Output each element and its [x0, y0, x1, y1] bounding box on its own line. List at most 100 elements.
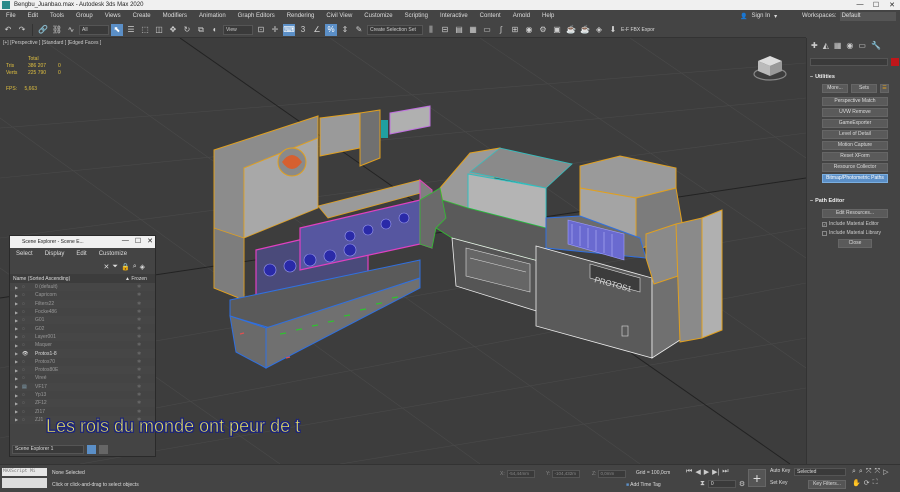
arnold-icon[interactable]: ◈: [593, 24, 605, 36]
list-item[interactable]: ▶ ◌ Focke486 ✱: [10, 308, 155, 316]
rollout-header[interactable]: – Utilities: [810, 72, 898, 81]
hidden-eye-icon[interactable]: ◌: [22, 284, 35, 290]
window-crossing-icon[interactable]: ◫: [153, 24, 165, 36]
object-name-field[interactable]: [810, 58, 888, 66]
selection-set-select[interactable]: Create Selection Set: [367, 24, 423, 35]
explorer-select[interactable]: Scene Explorer 1: [12, 444, 84, 454]
viewport-label[interactable]: [+] [Perspective ] [Standard ] [Edged Fa…: [3, 40, 101, 46]
column-frozen[interactable]: ▲ Frozen: [125, 276, 155, 282]
key-mode-icon[interactable]: ⧗: [700, 480, 705, 488]
uvw-remove-button[interactable]: UVW Remove: [822, 108, 888, 117]
sort-by-layer-icon[interactable]: [87, 444, 96, 454]
more-button[interactable]: More...: [822, 84, 848, 93]
menu-graph-editors[interactable]: Graph Editors: [232, 13, 281, 19]
menu-scripting[interactable]: Scripting: [399, 13, 434, 19]
filter-icon[interactable]: ⏷: [112, 263, 118, 271]
display-tab-icon[interactable]: ▭: [858, 41, 866, 50]
hidden-eye-icon[interactable]: ◌: [22, 392, 35, 398]
minimize-button[interactable]: —: [122, 237, 129, 245]
freeze-icon[interactable]: ✱: [137, 342, 155, 348]
zoom-extents-icon[interactable]: ⤧: [866, 468, 872, 476]
spinner-snap-icon[interactable]: ⇕: [339, 24, 351, 36]
list-item[interactable]: ▶ ◌ Maquer ✱: [10, 341, 155, 349]
schematic-view-icon[interactable]: ⊞: [509, 24, 521, 36]
time-configuration-icon[interactable]: ⚙: [739, 480, 745, 488]
freeze-icon[interactable]: ✱: [137, 409, 155, 415]
list-item[interactable]: ▶ ◌ G02 ✱: [10, 324, 155, 332]
list-item[interactable]: ▶ 👁 Protos1-8 ✱: [10, 349, 155, 358]
menu-edit[interactable]: Edit: [22, 13, 44, 19]
key-selection-select[interactable]: Selected: [794, 468, 846, 476]
align-icon[interactable]: ⊟: [439, 24, 451, 36]
hidden-eye-icon[interactable]: ◌: [22, 342, 35, 348]
close-button[interactable]: ✕: [147, 237, 153, 245]
sort-by-hierarchy-icon[interactable]: [99, 444, 108, 454]
menu-group[interactable]: Group: [70, 13, 99, 19]
z-coordinate-field[interactable]: 0,0mm: [598, 470, 627, 478]
key-filters-button[interactable]: Key Filters...: [808, 480, 846, 489]
snap-3d-icon[interactable]: 3: [297, 24, 309, 36]
close-path-editor-button[interactable]: Close: [838, 239, 872, 248]
freeze-icon[interactable]: ✱: [137, 351, 155, 357]
go-to-end-icon[interactable]: ⏭: [722, 468, 728, 476]
scene-explorer-titlebar[interactable]: Scene Explorer - Scene E... — ☐ ✕: [10, 236, 155, 248]
hidden-eye-icon[interactable]: ◌: [22, 367, 35, 373]
object-color-swatch[interactable]: [891, 58, 899, 66]
zoom-icon[interactable]: ⌕: [852, 468, 856, 476]
freeze-icon[interactable]: ✱: [137, 301, 155, 307]
expand-icon[interactable]: ▶: [15, 326, 22, 331]
hidden-eye-icon[interactable]: ◌: [22, 326, 35, 332]
y-coordinate-field[interactable]: -104,432m: [552, 470, 581, 478]
list-item[interactable]: ▶ ◌ Capricorn ✱: [10, 291, 155, 299]
menu-animation[interactable]: Animation: [193, 13, 232, 19]
hidden-eye-icon[interactable]: ◌: [22, 417, 35, 423]
previous-frame-icon[interactable]: ◀: [695, 468, 700, 476]
scale-icon[interactable]: ⧉: [195, 24, 207, 36]
column-name[interactable]: Name (Sorted Ascending): [13, 276, 125, 282]
selection-filter[interactable]: All: [79, 24, 109, 35]
hierarchy-tab-icon[interactable]: ▦: [834, 41, 842, 50]
list-item[interactable]: ▶ ◌ Filters22 ✱: [10, 299, 155, 308]
level-of-detail-button[interactable]: Level of Detail: [822, 130, 888, 139]
select-object-icon[interactable]: ⬉: [111, 23, 123, 36]
freeze-icon[interactable]: ✱: [137, 392, 155, 398]
configure-sets-icon[interactable]: ☰: [880, 84, 889, 93]
lock-icon[interactable]: 🔒: [121, 263, 130, 271]
fbx-export-icon[interactable]: ⬇: [607, 24, 619, 36]
play-icon[interactable]: ▶: [704, 468, 709, 476]
visible-eye-icon[interactable]: 👁: [22, 351, 35, 357]
render-production-icon[interactable]: ☕: [565, 24, 577, 36]
mirror-icon[interactable]: ⫼: [425, 24, 437, 36]
expand-icon[interactable]: ▶: [15, 376, 22, 381]
pivot-center-icon[interactable]: ⊡: [255, 24, 267, 36]
expand-icon[interactable]: ▶: [15, 351, 22, 356]
se-menu-edit[interactable]: Edit: [70, 251, 92, 257]
motion-capture-button[interactable]: Motion Capture: [822, 141, 888, 150]
list-item[interactable]: ▶ ◌ Vireé ✱: [10, 374, 155, 382]
move-icon[interactable]: ✥: [167, 24, 179, 36]
go-to-start-icon[interactable]: ⏮: [686, 468, 692, 476]
list-item[interactable]: ▶ ◌ Protos80E ✱: [10, 365, 155, 375]
bind-spacewarp-icon[interactable]: ∿: [65, 24, 77, 36]
rectangular-region-icon[interactable]: ⬚: [139, 24, 151, 36]
reset-xform-button[interactable]: Reset XForm: [822, 152, 888, 161]
viewcube-icon[interactable]: [752, 52, 788, 82]
bitmap-photometric-paths-button[interactable]: Bitmap/Photometric Paths: [822, 174, 888, 183]
zoom-extents-all-icon[interactable]: ⤧: [874, 468, 880, 476]
render-iterative-icon[interactable]: ☕: [579, 24, 591, 36]
expand-icon[interactable]: ▶: [15, 301, 22, 306]
modify-tab-icon[interactable]: ◭: [823, 41, 829, 50]
menu-rendering[interactable]: Rendering: [281, 13, 321, 19]
gameexporter-button[interactable]: GameExporter: [822, 119, 888, 128]
placement-icon[interactable]: ◐: [209, 24, 221, 36]
reference-coord-select[interactable]: View: [223, 24, 253, 35]
orbit-icon[interactable]: ⟳: [864, 479, 870, 487]
create-tab-icon[interactable]: ✚: [811, 41, 818, 50]
clear-icon[interactable]: ✕: [103, 263, 109, 271]
list-item[interactable]: ▶ ◌ G01 ✱: [10, 316, 155, 325]
resource-collector-button[interactable]: Resource Collector: [822, 163, 888, 172]
render-setup-icon[interactable]: ⚙: [537, 24, 549, 36]
curve-editor-icon[interactable]: ∫: [495, 24, 507, 36]
freeze-icon[interactable]: ✱: [137, 326, 155, 332]
freeze-icon[interactable]: ✱: [137, 375, 155, 381]
